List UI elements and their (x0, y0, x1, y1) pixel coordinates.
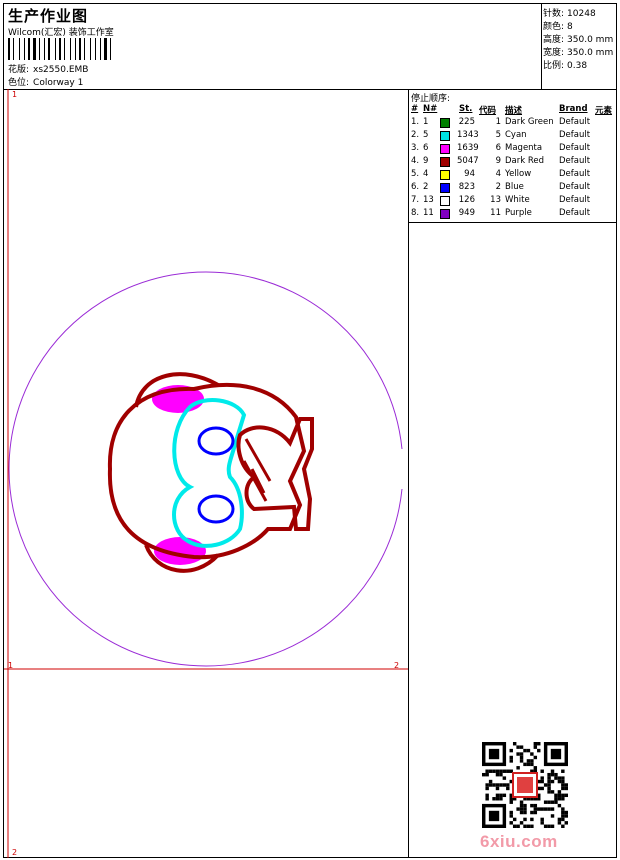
color-n: 1 (423, 117, 429, 127)
color-code: 2 (495, 182, 501, 192)
color-desc: White (505, 195, 530, 205)
stat-stitches: 针数: 10248 (543, 9, 596, 19)
guide-label-corner-left: 1 (8, 661, 14, 670)
color-desc: Cyan (505, 130, 527, 140)
stat-colors: 颜色: 8 (543, 22, 573, 32)
color-desc: Yellow (505, 169, 532, 179)
color-n: 13 (423, 195, 434, 205)
color-brand: Default (559, 169, 591, 179)
site-watermark: 6xiu.com (480, 832, 558, 851)
color-n: 4 (423, 169, 429, 179)
head-outline (107, 382, 307, 560)
color-brand: Default (559, 208, 591, 218)
design-preview: 1 1 2 2 (4, 89, 409, 858)
color-brand: Default (559, 130, 591, 140)
color-st: 1343 (457, 130, 479, 140)
guide-label-corner-right: 2 (394, 661, 400, 670)
color-n: 5 (423, 130, 429, 140)
design-canvas (4, 89, 408, 858)
stat-height: 高度: 350.0 mm (543, 35, 614, 45)
color-st: 225 (458, 117, 475, 127)
color-row: 8. 11 949 11 Purple Default (409, 208, 616, 221)
color-desc: Purple (505, 208, 532, 218)
color-code: 13 (490, 195, 501, 205)
color-idx: 8. (411, 208, 420, 218)
color-row: 4. 9 5047 9 Dark Red Default (409, 156, 616, 169)
color-n: 6 (423, 143, 429, 153)
colorway-value: Colorway 1 (33, 78, 84, 88)
company-name: Wilcom(汇宏) 装饰工作室 (8, 28, 114, 38)
colorway-line: 色位: Colorway 1 (8, 75, 83, 88)
document-frame: 生产作业图 Wilcom(汇宏) 装饰工作室 花版: xs2550.EMB 色位:… (3, 3, 617, 858)
eye-top (197, 426, 235, 456)
stop-sequence-panel: 停止顺序: # N# St. 代码 描述 Brand 元素 1. 1 225 1 Dar… (409, 89, 616, 223)
color-n: 11 (423, 208, 434, 218)
color-code: 4 (495, 169, 501, 179)
color-swatch (440, 170, 450, 180)
color-row: 2. 5 1343 5 Cyan Default (409, 130, 616, 143)
color-st: 1639 (457, 143, 479, 153)
page-title: 生产作业图 (8, 7, 89, 25)
color-row: 6. 2 823 2 Blue Default (409, 182, 616, 195)
color-st: 949 (458, 208, 475, 218)
colorway-label: 色位: (8, 78, 30, 88)
color-desc: Magenta (505, 143, 543, 153)
color-idx: 4. (411, 156, 420, 166)
color-code: 6 (495, 143, 501, 153)
header: 生产作业图 Wilcom(汇宏) 装饰工作室 花版: xs2550.EMB 色位:… (4, 4, 616, 90)
color-idx: 3. (411, 143, 420, 153)
monkey-embroidery (107, 372, 314, 573)
color-swatch (440, 196, 450, 206)
color-row: 5. 4 94 4 Yellow Default (409, 169, 616, 182)
color-brand: Default (559, 156, 591, 166)
color-brand: Default (559, 117, 591, 127)
color-desc: Dark Green (505, 117, 554, 127)
color-st: 823 (458, 182, 475, 192)
color-st: 94 (464, 169, 475, 179)
eye-bottom (197, 494, 235, 524)
color-brand: Default (559, 143, 591, 153)
color-code: 5 (495, 130, 501, 140)
color-desc: Blue (505, 182, 524, 192)
color-table-header: # N# St. 代码 描述 Brand 元素 (411, 104, 613, 116)
color-idx: 1. (411, 117, 420, 127)
color-st: 5047 (457, 156, 479, 166)
color-idx: 7. (411, 195, 420, 205)
color-swatch (440, 183, 450, 193)
header-info: 生产作业图 Wilcom(汇宏) 装饰工作室 花版: xs2550.EMB 色位:… (4, 4, 542, 89)
color-idx: 5. (411, 169, 420, 179)
color-st: 126 (458, 195, 475, 205)
color-swatch (440, 131, 450, 141)
barcode-icon (8, 38, 134, 60)
color-swatch (440, 157, 450, 167)
color-row: 7. 13 126 13 White Default (409, 195, 616, 208)
face-outline (172, 398, 247, 548)
color-row: 3. 6 1639 6 Magenta Default (409, 143, 616, 156)
hoop-circle (8, 271, 403, 667)
color-code: 1 (495, 117, 501, 127)
stat-scale: 比例: 0.38 (543, 61, 588, 71)
design-label: 花版: (8, 65, 30, 75)
color-n: 9 (423, 156, 429, 166)
color-brand: Default (559, 195, 591, 205)
color-idx: 6. (411, 182, 420, 192)
guide-label-bottom-left: 2 (12, 848, 18, 857)
color-swatch (440, 118, 450, 128)
color-brand: Default (559, 182, 591, 192)
color-swatch (440, 144, 450, 154)
stat-width: 宽度: 350.0 mm (543, 48, 614, 58)
color-swatch (440, 209, 450, 219)
color-idx: 2. (411, 130, 420, 140)
color-desc: Dark Red (505, 156, 545, 166)
stats-panel: 针数: 10248 颜色: 8 高度: 350.0 mm 宽度: 350.0 mm 比例… (541, 4, 616, 89)
color-code: 9 (495, 156, 501, 166)
qr-code-icon (482, 742, 568, 828)
design-name-line: 花版: xs2550.EMB (8, 62, 88, 75)
design-value: xs2550.EMB (33, 65, 89, 75)
color-row: 1. 1 225 1 Dark Green Default (409, 117, 616, 130)
color-n: 2 (423, 182, 429, 192)
color-code: 11 (490, 208, 501, 218)
guide-label-top-left: 1 (12, 90, 18, 99)
stop-sequence-title: 停止顺序: (411, 94, 451, 104)
